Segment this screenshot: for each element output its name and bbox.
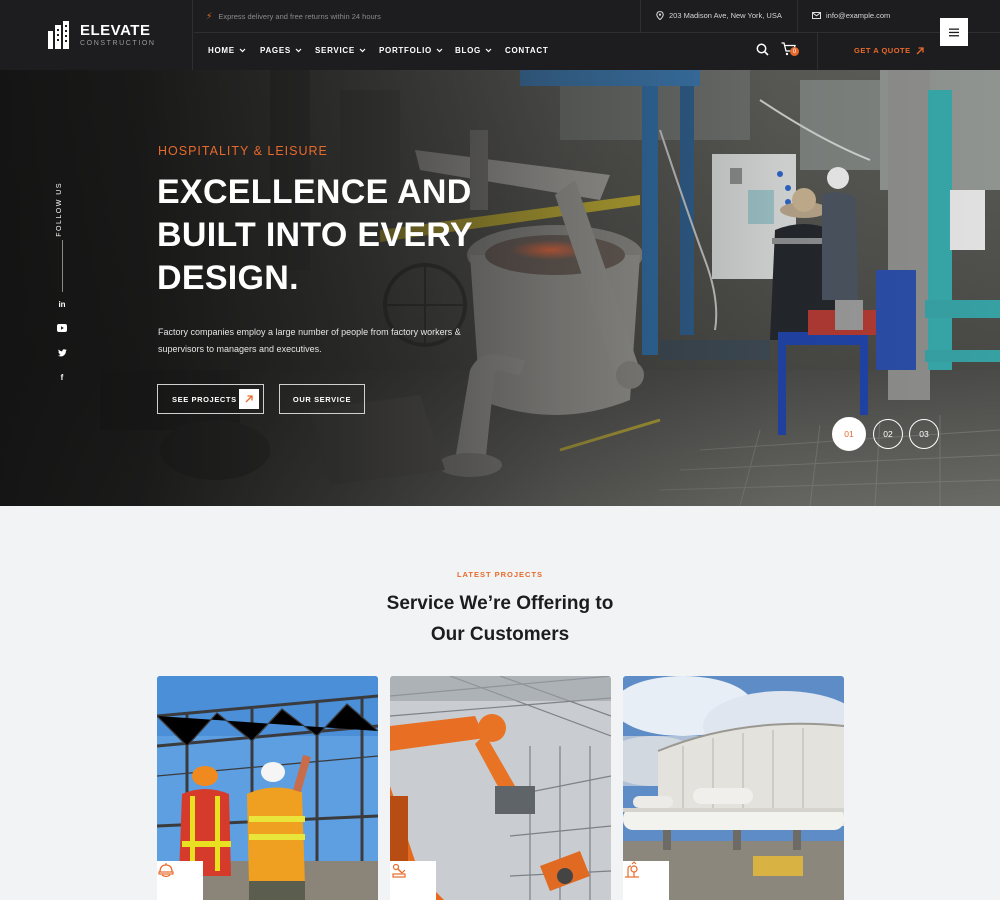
envelope-icon [812, 12, 821, 19]
chevron-down-icon [239, 48, 246, 53]
nav-item-label: PORTFOLIO [379, 46, 432, 55]
nav-item-label: BLOG [455, 46, 481, 55]
cart-button[interactable]: 0 [781, 42, 799, 61]
brand-logo[interactable]: ELEVATE CONSTRUCTION [0, 0, 193, 70]
slide-dot-2[interactable]: 02 [873, 419, 903, 449]
nav-item-pages[interactable]: PAGES [260, 46, 302, 55]
nav-item-contact[interactable]: CONTACT [505, 46, 548, 55]
nav-item-label: PAGES [260, 46, 291, 55]
our-service-label: OUR SERVICE [292, 394, 352, 404]
nav-item-label: CONTACT [505, 46, 549, 55]
follow-us-label: FOLLOW US [56, 182, 63, 237]
robotic-arm-icon [390, 861, 436, 900]
address-text: 203 Madison Ave, New York, USA [669, 11, 782, 20]
service-card-construction[interactable] [157, 676, 378, 900]
oil-refinery-icon [623, 861, 669, 900]
topbar-divider [797, 0, 798, 33]
hamburger-icon [949, 28, 959, 36]
nav-item-label: SERVICE [315, 46, 355, 55]
slide-dot-3[interactable]: 03 [909, 419, 939, 449]
email-text: info@example.com [826, 11, 891, 20]
quote-divider [817, 33, 818, 70]
location-pin-icon [656, 11, 664, 20]
cart-count-badge: 0 [790, 47, 799, 56]
delivery-notice-text: Express delivery and free returns within… [218, 12, 381, 21]
arrow-up-right-icon [239, 389, 259, 409]
page: ELEVATE CONSTRUCTION ⚡ Express delivery … [0, 0, 1000, 900]
youtube-icon[interactable] [55, 321, 69, 335]
see-projects-button[interactable]: SEE PROJECTS [157, 384, 264, 414]
building-logo-icon [48, 21, 69, 49]
search-icon[interactable] [756, 43, 769, 56]
nav-item-label: HOME [208, 46, 235, 55]
address-info: 203 Madison Ave, New York, USA [656, 11, 782, 20]
services-section: LATEST PROJECTS Service We’re Offering t… [0, 506, 1000, 900]
nav-item-service[interactable]: SERVICE [315, 46, 366, 55]
services-title-line1: Service We’re Offering to [386, 593, 614, 614]
see-projects-label: SEE PROJECTS [172, 394, 237, 404]
linkedin-icon[interactable]: in [55, 297, 69, 311]
arrow-up-right-icon [916, 46, 924, 54]
site-header: ELEVATE CONSTRUCTION ⚡ Express delivery … [0, 0, 1000, 70]
follow-divider [62, 240, 63, 292]
get-quote-label: GET A QUOTE [854, 46, 911, 55]
slide-dot-1[interactable]: 01 [832, 417, 866, 451]
email-info[interactable]: info@example.com [812, 11, 890, 20]
services-eyebrow: LATEST PROJECTS [456, 570, 544, 579]
lightning-icon: ⚡ [206, 11, 213, 21]
services-title: Service We’re Offering to Our Customers [0, 588, 1000, 650]
nav-item-blog[interactable]: BLOG [455, 46, 492, 55]
facebook-icon[interactable]: f [55, 370, 69, 384]
services-title-line2: Our Customers [430, 624, 570, 645]
delivery-notice: ⚡ Express delivery and free returns with… [206, 11, 381, 22]
worker-helmet-icon [157, 861, 203, 900]
hero-eyebrow: HOSPITALITY & LEISURE [158, 144, 328, 158]
twitter-icon[interactable] [55, 346, 69, 360]
topbar-divider [640, 0, 641, 33]
brand-tagline: CONSTRUCTION [80, 39, 156, 47]
chevron-down-icon [485, 48, 492, 53]
hamburger-menu-button[interactable] [940, 18, 968, 46]
chevron-down-icon [436, 48, 443, 53]
top-bar: ⚡ Express delivery and free returns with… [194, 0, 1000, 33]
main-navigation: HOME PAGES SERVICE PORTFOLIO BLOG CONTAC… [194, 33, 814, 70]
service-card-refinery[interactable] [623, 676, 844, 900]
get-quote-button[interactable]: GET A QUOTE [854, 46, 924, 55]
nav-item-home[interactable]: HOME [208, 46, 246, 55]
our-service-button[interactable]: OUR SERVICE [279, 384, 365, 414]
brand-name: ELEVATE [80, 21, 151, 39]
nav-item-portfolio[interactable]: PORTFOLIO [379, 46, 443, 55]
service-card-automation[interactable] [390, 676, 611, 900]
chevron-down-icon [295, 48, 302, 53]
hero-title: EXCELLENCE AND BUILT INTO EVERY DESIGN. [157, 173, 473, 297]
hero-description: Factory companies employ a large number … [158, 327, 461, 354]
chevron-down-icon [359, 48, 366, 53]
hero-slider: FOLLOW US in f HOSPITALITY & LEISURE EXC… [0, 70, 1000, 506]
